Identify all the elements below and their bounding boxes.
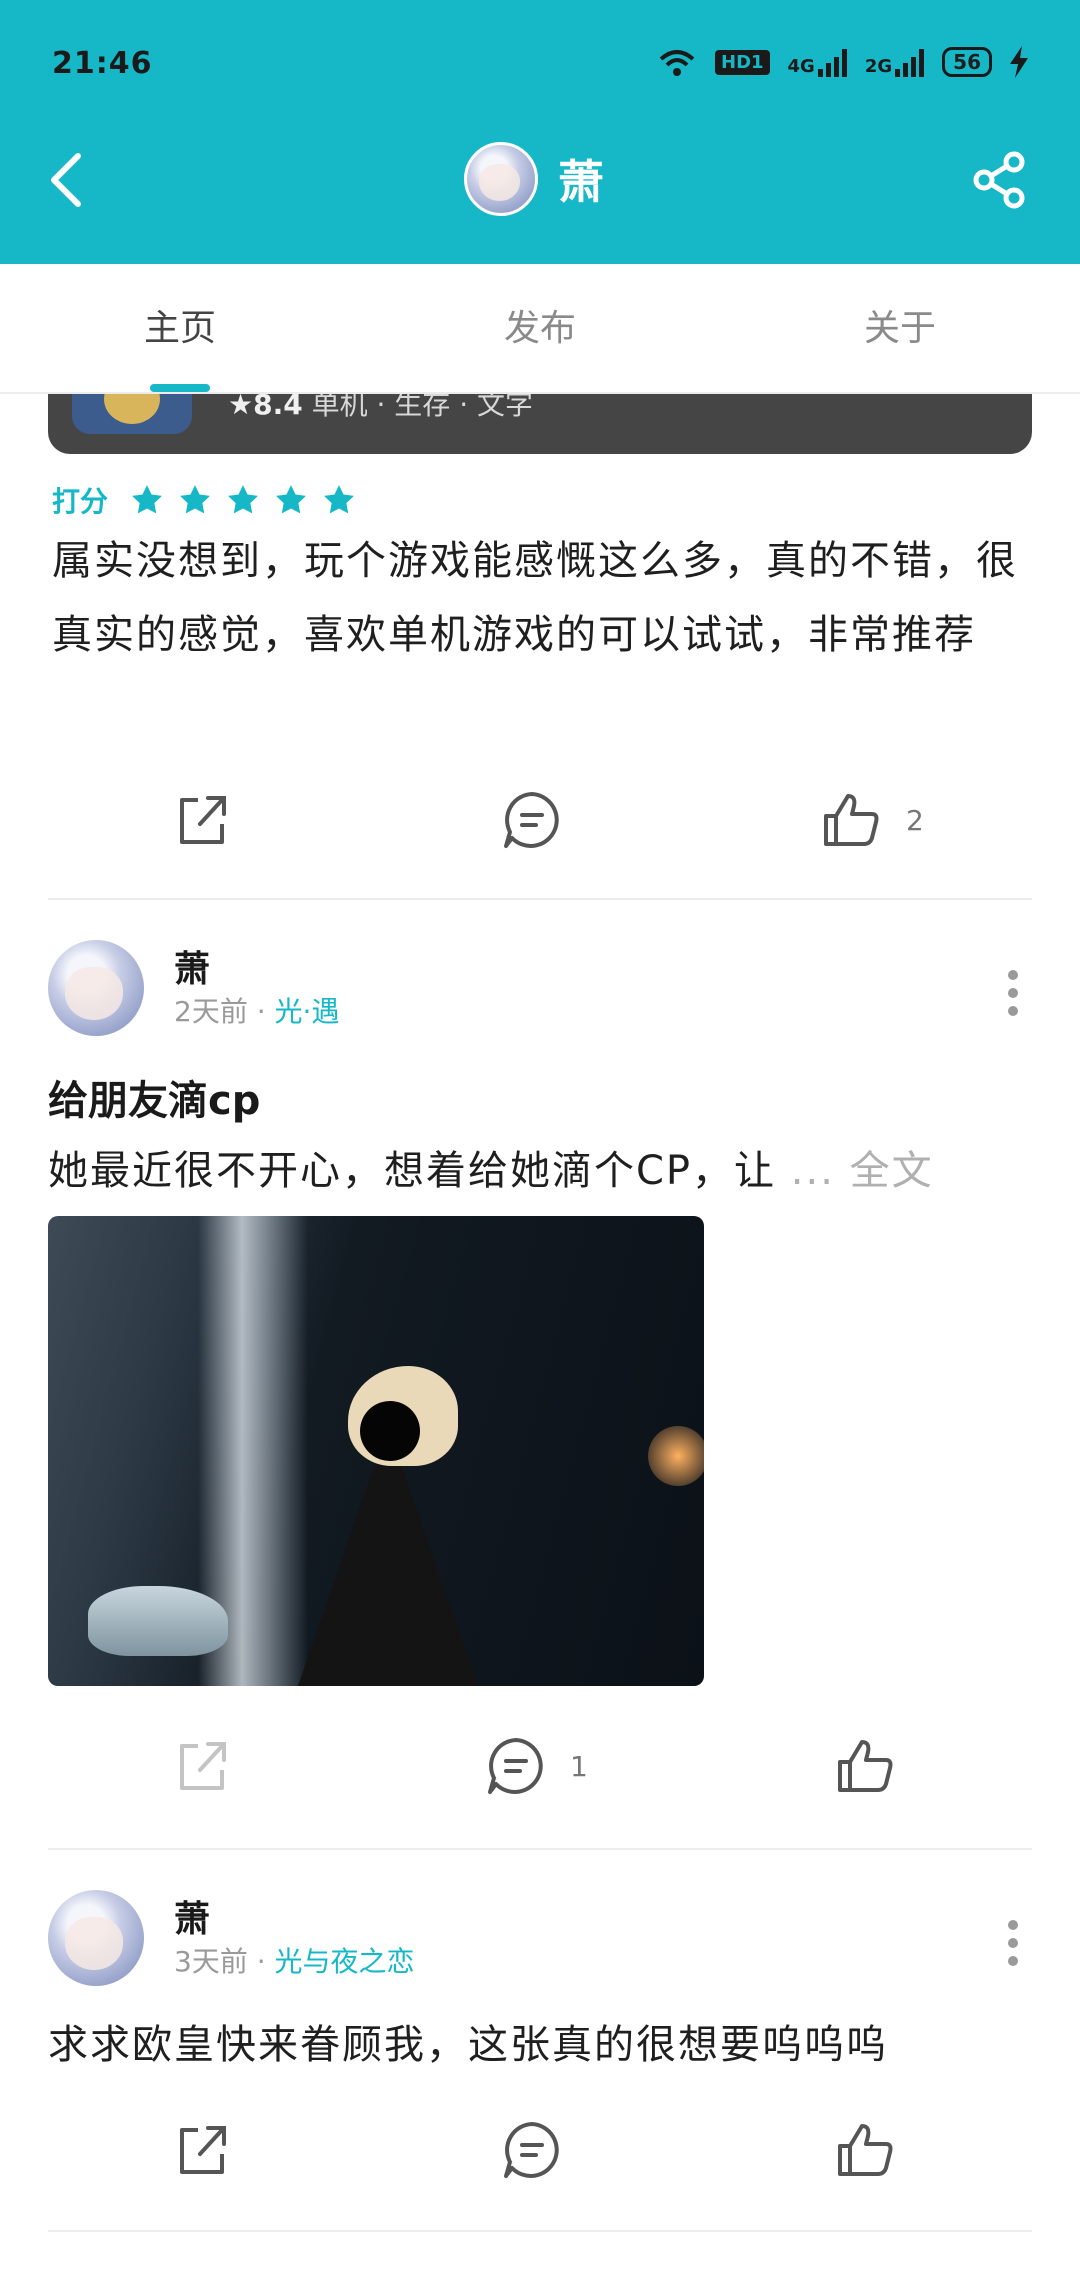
like-button[interactable]: 2	[820, 780, 924, 860]
profile-tabs: 主页 发布 关于	[0, 264, 1080, 394]
meta-separator: ·	[256, 995, 275, 1028]
game-tag[interactable]: 光与夜之恋	[275, 1945, 415, 1978]
header-username: 萧	[558, 155, 604, 209]
post-meta: 3天前 · 光与夜之恋	[174, 1940, 415, 1980]
star-icon	[228, 485, 258, 514]
post-actions: 2	[48, 780, 1032, 860]
comment-icon	[488, 1738, 543, 1794]
game-meta: ★8.4 单机 · 生存 · 文字	[228, 394, 533, 419]
dot-icon	[1008, 1956, 1018, 1966]
image-character-head	[360, 1401, 420, 1461]
dot-icon	[1008, 1938, 1018, 1948]
like-count: 2	[906, 803, 924, 837]
rating-row: 打分	[52, 480, 356, 520]
share-post-button[interactable]	[170, 780, 234, 860]
game-score: ★8.4	[228, 394, 303, 421]
rating-label: 打分	[52, 485, 109, 518]
hd-badge: HD1	[715, 49, 770, 75]
post-preview[interactable]: 她最近很不开心，想着给她滴个CP，让 ... 全文	[48, 1138, 1032, 1196]
comment-button[interactable]	[500, 780, 586, 860]
author-name[interactable]: 萧	[174, 940, 210, 992]
post-actions: 1	[48, 1726, 1032, 1806]
back-button[interactable]	[44, 150, 88, 210]
post-body[interactable]: 求求欧皇快来眷顾我，这张真的很想要呜呜呜	[48, 2012, 1032, 2070]
status-icons: HD1 4G 2G 56	[657, 46, 1028, 78]
share-post-button[interactable]	[170, 1726, 234, 1806]
charging-icon	[1010, 46, 1028, 78]
post-time: 2天前	[174, 995, 248, 1028]
post-title[interactable]: 给朋友滴cp	[48, 1068, 260, 1126]
game-card[interactable]: ★8.4 单机 · 生存 · 文字	[48, 394, 1032, 454]
like-button[interactable]	[834, 2110, 920, 2190]
thumbs-up-icon	[824, 794, 879, 846]
image-glow	[648, 1426, 704, 1486]
wifi-icon	[659, 50, 695, 76]
post-body[interactable]: 属实没想到，玩个游戏能感慨这么多，真的不错，很真实的感觉，喜欢单机游戏的可以试试…	[52, 524, 1032, 672]
more-options-button[interactable]	[1006, 970, 1020, 1016]
dot-icon	[1008, 988, 1018, 998]
app-header: 21:46 HD1 4G 2G 56 萧	[0, 0, 1080, 264]
profile-header: 萧	[464, 142, 604, 216]
signal-2g-icon: 2G	[864, 47, 925, 77]
battery-level: 56	[942, 47, 992, 77]
post-image[interactable]	[48, 1216, 704, 1686]
dot-icon	[1008, 1006, 1018, 1016]
thumbs-up-icon	[838, 1740, 893, 1792]
post-divider	[48, 1848, 1032, 1850]
post-preview-text: 她最近很不开心，想着给她滴个CP，让	[48, 1148, 777, 1194]
dot-icon	[1008, 970, 1018, 980]
post-actions	[48, 2110, 1032, 2190]
image-rock	[88, 1586, 228, 1656]
star-icon	[324, 485, 354, 514]
comment-button[interactable]: 1	[484, 1726, 588, 1806]
share-out-icon	[180, 2126, 226, 2174]
share-icon	[973, 151, 1025, 209]
thumbs-up-icon	[838, 2124, 893, 2176]
share-out-icon	[180, 796, 226, 844]
post-meta: 2天前 · 光·遇	[174, 990, 339, 1030]
share-button[interactable]	[970, 150, 1030, 210]
tab-home[interactable]: 主页	[0, 264, 360, 392]
game-tag[interactable]: 光·遇	[275, 995, 340, 1028]
more-options-button[interactable]	[1006, 1920, 1020, 1966]
author-avatar[interactable]	[48, 940, 144, 1036]
comment-icon	[504, 2122, 559, 2178]
network-4g-label: 4G	[787, 56, 815, 77]
network-2g-label: 2G	[864, 56, 893, 77]
share-out-icon	[180, 1742, 226, 1790]
share-post-button[interactable]	[170, 2110, 234, 2190]
author-avatar[interactable]	[48, 1890, 144, 1986]
like-button[interactable]	[834, 1726, 920, 1806]
author-name[interactable]: 萧	[174, 1890, 210, 1942]
post-header: 萧 2天前 · 光·遇	[48, 940, 1032, 1040]
tab-posts[interactable]: 发布	[360, 264, 720, 392]
post-divider	[48, 2230, 1032, 2232]
tab-about[interactable]: 关于	[720, 264, 1080, 392]
comment-button[interactable]	[500, 2110, 586, 2190]
post-divider	[48, 898, 1032, 900]
star-icon	[132, 485, 162, 514]
star-icon	[180, 485, 210, 514]
chevron-left-icon	[51, 153, 81, 207]
game-genres: 单机 · 生存 · 文字	[311, 394, 534, 421]
star-icon	[276, 485, 306, 514]
post-time: 3天前	[174, 1945, 248, 1978]
header-avatar[interactable]	[464, 142, 538, 216]
signal-4g-icon: 4G	[788, 47, 847, 77]
meta-separator: ·	[256, 1945, 275, 1978]
comment-icon	[504, 792, 559, 848]
comment-count: 1	[570, 1749, 588, 1783]
read-full-link[interactable]: ... 全文	[791, 1148, 934, 1194]
dot-icon	[1008, 1920, 1018, 1930]
status-time: 21:46	[52, 46, 153, 81]
post-header: 萧 3天前 · 光与夜之恋	[48, 1890, 1032, 1990]
game-icon	[72, 394, 192, 434]
